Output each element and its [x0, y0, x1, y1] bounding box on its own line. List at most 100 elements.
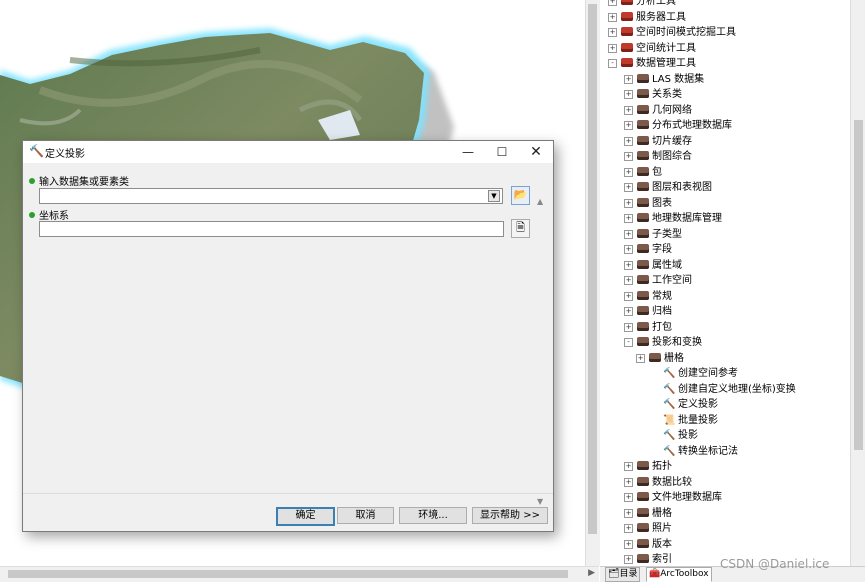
expand-icon[interactable]: +: [624, 198, 633, 208]
tree-item[interactable]: + 字段: [624, 242, 672, 257]
expand-icon[interactable]: +: [608, 12, 617, 22]
tree-item[interactable]: + 图表: [624, 196, 672, 211]
expand-icon[interactable]: +: [624, 276, 633, 285]
tree-item[interactable]: + 文件地理数据库: [624, 490, 722, 505]
tab-catalog[interactable]: 🗂目录: [605, 567, 641, 582]
tree-vertical-scrollbar[interactable]: [850, 0, 865, 566]
tree-item[interactable]: + 切片缓存: [624, 134, 692, 149]
expand-icon[interactable]: +: [608, 28, 617, 37]
expand-icon[interactable]: +: [624, 183, 633, 192]
tree-item[interactable]: + 工作空间: [624, 273, 692, 288]
spatial-reference-properties-button[interactable]: 🗎: [511, 219, 530, 238]
environments-button[interactable]: 环境...: [399, 507, 467, 524]
tree-item[interactable]: + 索引: [624, 552, 672, 566]
close-icon[interactable]: ✕: [521, 142, 551, 162]
tree-item[interactable]: + 打包: [624, 320, 672, 335]
toolset-icon: [637, 259, 649, 269]
expand-icon[interactable]: +: [624, 214, 633, 223]
tree-item[interactable]: 🔨 投影: [652, 428, 698, 443]
expand-icon[interactable]: +: [636, 353, 645, 363]
tree-item[interactable]: + 关系类: [624, 87, 682, 102]
toolset-icon: [637, 120, 649, 129]
map-hscroll-thumb[interactable]: [8, 570, 568, 578]
ok-button[interactable]: 确定: [276, 507, 335, 526]
minimize-icon[interactable]: —: [453, 142, 483, 162]
input-dataset-combobox[interactable]: ▼: [39, 188, 503, 204]
tree-item[interactable]: 🔨 创建空间参考: [652, 366, 738, 381]
expand-icon[interactable]: +: [624, 105, 633, 115]
tree-item[interactable]: + 分布式地理数据库: [624, 118, 732, 133]
tree-item[interactable]: + 属性域: [624, 258, 682, 273]
tree-item[interactable]: + 归档: [624, 304, 672, 319]
expand-icon[interactable]: +: [624, 136, 633, 146]
tree-item[interactable]: - 数据管理工具: [608, 56, 696, 71]
tree-item[interactable]: + 空间时间模式挖掘工具: [608, 25, 736, 40]
expand-icon[interactable]: +: [624, 307, 633, 316]
tree-item[interactable]: + 包: [624, 165, 662, 180]
tree-item-label: 图表: [652, 197, 672, 209]
tree-item[interactable]: + 栅格: [636, 351, 684, 366]
expand-icon[interactable]: +: [624, 167, 633, 177]
expand-icon[interactable]: +: [624, 291, 633, 301]
tree-item[interactable]: + 几何网络: [624, 103, 692, 118]
maximize-icon[interactable]: ☐: [487, 142, 517, 162]
show-help-button[interactable]: 显示帮助 >>: [472, 507, 548, 524]
scroll-up-icon[interactable]: ▲: [537, 197, 543, 206]
tab-arctoolbox[interactable]: 🧰ArcToolbox: [646, 567, 712, 582]
tree-item[interactable]: + 照片: [624, 521, 672, 536]
expand-icon[interactable]: +: [608, 43, 617, 53]
expand-icon[interactable]: +: [624, 90, 633, 99]
tree-item[interactable]: 🔨 创建自定义地理(坐标)变换: [652, 382, 796, 397]
expand-icon[interactable]: +: [624, 524, 633, 533]
expand-icon[interactable]: +: [624, 245, 633, 254]
tree-item-label: 投影和变换: [652, 337, 702, 348]
scroll-right-icon[interactable]: ▶: [588, 568, 595, 578]
tree-item-label: 几何网络: [652, 104, 692, 116]
tree-item[interactable]: - 投影和变换: [624, 335, 702, 350]
tree-item[interactable]: + 空间统计工具: [608, 41, 696, 56]
tree-item[interactable]: + 制图综合: [624, 149, 692, 164]
coordinate-system-input[interactable]: [39, 221, 504, 237]
tree-item[interactable]: + LAS 数据集: [624, 72, 704, 87]
tree-vscroll-thumb[interactable]: [854, 120, 863, 450]
map-horizontal-scrollbar[interactable]: ▶: [0, 566, 599, 582]
expand-icon[interactable]: +: [624, 477, 633, 487]
dialog-scrollbar[interactable]: ▲ ▼: [535, 195, 549, 513]
tree-item[interactable]: + 常规: [624, 289, 672, 304]
cancel-button[interactable]: 取消: [337, 507, 394, 524]
tree-item[interactable]: 🔨 定义投影: [652, 397, 718, 412]
expand-icon[interactable]: +: [624, 462, 633, 471]
expand-icon[interactable]: +: [624, 508, 633, 518]
expand-icon[interactable]: +: [624, 260, 633, 270]
collapse-icon[interactable]: -: [624, 338, 633, 347]
expand-icon[interactable]: +: [624, 229, 633, 239]
tree-item[interactable]: + 版本: [624, 537, 672, 552]
tree-item[interactable]: 📜 批量投影: [652, 413, 718, 428]
expand-icon[interactable]: +: [624, 322, 633, 332]
toolset-icon: [637, 166, 649, 176]
browse-folder-button[interactable]: 📂: [511, 186, 530, 205]
tree-item[interactable]: 🔨 转换坐标记法: [652, 444, 738, 459]
dialog-titlebar[interactable]: 🔨 定义投影 — ☐ ✕: [23, 141, 553, 163]
tree-item[interactable]: + 栅格: [624, 506, 672, 521]
tree-item[interactable]: + 图层和表视图: [624, 180, 712, 195]
tree-item[interactable]: + 数据比较: [624, 475, 692, 490]
tree-item[interactable]: + 地理数据库管理: [624, 211, 722, 226]
expand-icon[interactable]: +: [624, 152, 633, 161]
expand-icon[interactable]: +: [624, 555, 633, 564]
tree-item-label: 属性域: [652, 259, 682, 271]
map-vscroll-thumb[interactable]: [588, 4, 597, 534]
expand-icon[interactable]: +: [624, 121, 633, 130]
expand-icon[interactable]: +: [624, 74, 633, 84]
map-vertical-scrollbar[interactable]: [585, 0, 600, 566]
tree-item[interactable]: + 拓扑: [624, 459, 672, 474]
tree-item[interactable]: + 服务器工具: [608, 10, 686, 25]
dropdown-arrow-icon[interactable]: ▼: [488, 190, 500, 202]
tree-item[interactable]: + 子类型: [624, 227, 682, 242]
arctoolbox-tree[interactable]: + 分析工具 + 服务器工具 + 空间时间模式挖掘工具 + 空间统计工具 - 数据管理工具 + LAS…: [600, 0, 850, 566]
expand-icon[interactable]: +: [624, 539, 633, 549]
expand-icon[interactable]: +: [608, 0, 617, 6]
collapse-icon[interactable]: -: [608, 59, 617, 68]
tree-item[interactable]: + 分析工具: [608, 0, 676, 9]
expand-icon[interactable]: +: [624, 493, 633, 502]
